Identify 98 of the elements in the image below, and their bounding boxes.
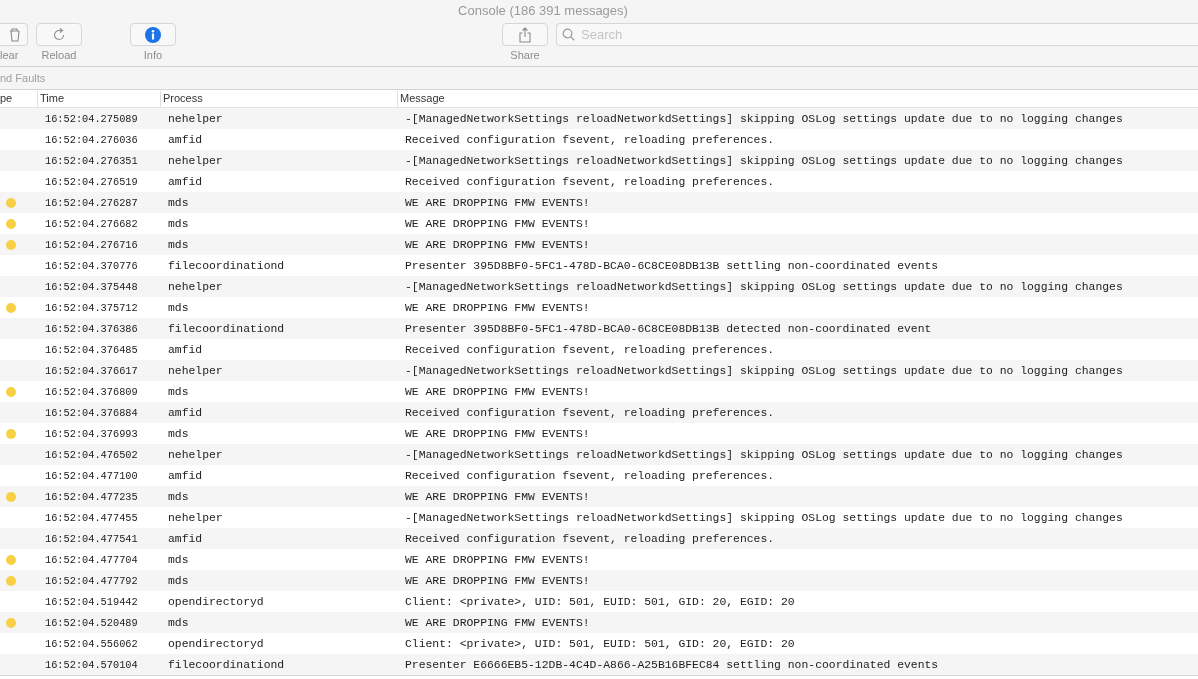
process-cell-text: nehelper	[167, 364, 224, 377]
message-cell-text: Client: <private>, UID: 501, EUID: 501, GID: 20, EGID: 20	[404, 595, 796, 608]
message-cell-text: WE ARE DROPPING FMW EVENTS!	[404, 301, 591, 314]
message-cell-text: -[ManagedNetworkSettings reloadNetworkdSettings] skipping OSLog settings update due to no logging changes	[404, 112, 1124, 125]
time-cell-text: 16:52:04.276036	[44, 133, 139, 146]
process-cell-text: mds	[167, 427, 190, 440]
message-cell-text: Client: <private>, UID: 501, EUID: 501, GID: 20, EGID: 20	[404, 637, 796, 650]
clear-button[interactable]	[0, 23, 28, 46]
message-cell-text: Received configuration fsevent, reloading preferences.	[404, 406, 776, 419]
time-cell-text: 16:52:04.376617	[44, 364, 139, 377]
time-cell-text: 16:52:04.376993	[44, 427, 139, 440]
time-cell-text: 16:52:04.276716	[44, 238, 139, 251]
share-button[interactable]	[502, 23, 548, 46]
info-button[interactable]	[130, 23, 176, 46]
time-cell-text: 16:52:04.477792	[44, 574, 139, 587]
message-cell-text: -[ManagedNetworkSettings reloadNetworkdSettings] skipping OSLog settings update due to no logging changes	[404, 448, 1124, 461]
process-cell-text: opendirectoryd	[167, 595, 265, 608]
message-cell-text: Received configuration fsevent, reloading preferences.	[404, 469, 776, 482]
process-cell-text: mds	[167, 616, 190, 629]
time-cell-text: 16:52:04.275089	[44, 112, 139, 125]
window-title: Console (186 391 messages)	[457, 3, 629, 18]
message-cell-text: -[ManagedNetworkSettings reloadNetworkdSettings] skipping OSLog settings update due to no logging changes	[404, 154, 1124, 167]
time-cell-text: 16:52:04.570104	[44, 658, 139, 671]
process-cell-text: mds	[167, 196, 190, 209]
process-cell-text: nehelper	[167, 280, 224, 293]
time-cell-text: 16:52:04.276287	[44, 196, 139, 209]
process-cell-text: amfid	[167, 532, 204, 545]
message-cell-text: Received configuration fsevent, reloading preferences.	[404, 133, 776, 146]
process-cell-text: mds	[167, 238, 190, 251]
reload-icon	[52, 27, 66, 42]
share-icon	[518, 26, 532, 43]
message-cell-text: Presenter 395D8BF0-5FC1-478D-BCA0-6C8CE08DB13B settling non-coordinated events	[404, 259, 940, 272]
process-cell-text: amfid	[167, 469, 204, 482]
message-cell-text: WE ARE DROPPING FMW EVENTS!	[404, 490, 591, 503]
process-cell-text: amfid	[167, 343, 204, 356]
time-cell-text: 16:52:04.370776	[44, 259, 139, 272]
clear-label: lear	[0, 49, 19, 61]
process-cell-text: filecoordinationd	[167, 658, 286, 671]
message-cell-text: WE ARE DROPPING FMW EVENTS!	[404, 196, 591, 209]
message-cell-text: WE ARE DROPPING FMW EVENTS!	[404, 427, 591, 440]
time-cell-text: 16:52:04.476502	[44, 448, 139, 461]
time-cell-text: 16:52:04.477704	[44, 553, 139, 566]
message-cell-text: Presenter 395D8BF0-5FC1-478D-BCA0-6C8CE08DB13B detected non-coordinated event	[404, 322, 933, 335]
process-cell-text: mds	[167, 574, 190, 587]
message-cell-text: WE ARE DROPPING FMW EVENTS!	[404, 238, 591, 251]
share-label: Share	[510, 49, 540, 61]
info-label: Info	[143, 49, 163, 61]
process-cell-text: filecoordinationd	[167, 259, 286, 272]
time-cell-text: 16:52:04.520489	[44, 616, 139, 629]
process-cell-text: amfid	[167, 175, 204, 188]
reload-button[interactable]	[36, 23, 82, 46]
time-cell-text: 16:52:04.375712	[44, 301, 139, 314]
process-cell-text: opendirectoryd	[167, 637, 265, 650]
column-header[interactable]: Time	[37, 91, 160, 107]
process-cell-text: nehelper	[167, 511, 224, 524]
time-cell-text: 16:52:04.276351	[44, 154, 139, 167]
time-cell-text: 16:52:04.477541	[44, 532, 139, 545]
reload-label: Reload	[41, 49, 77, 61]
process-cell-text: mds	[167, 490, 190, 503]
time-cell-text: 16:52:04.477235	[44, 490, 139, 503]
message-cell-text: -[ManagedNetworkSettings reloadNetworkdSettings] skipping OSLog settings update due to no logging changes	[404, 511, 1124, 524]
message-cell-text: Received configuration fsevent, reloading preferences.	[404, 343, 776, 356]
time-cell-text: 16:52:04.477455	[44, 511, 139, 524]
time-cell-text: 16:52:04.519442	[44, 595, 139, 608]
process-cell-text: amfid	[167, 133, 204, 146]
message-cell-text: -[ManagedNetworkSettings reloadNetworkdSettings] skipping OSLog settings update due to no logging changes	[404, 280, 1124, 293]
time-cell-text: 16:52:04.376386	[44, 322, 139, 335]
process-cell-text: nehelper	[167, 448, 224, 461]
time-cell-text: 16:52:04.375448	[44, 280, 139, 293]
column-header[interactable]: Message	[397, 91, 1198, 107]
process-cell-text: mds	[167, 301, 190, 314]
column-header[interactable]: Process	[160, 91, 397, 107]
message-cell-text: WE ARE DROPPING FMW EVENTS!	[404, 217, 591, 230]
time-cell-text: 16:52:04.276519	[44, 175, 139, 188]
search-icon	[562, 28, 575, 41]
time-cell-text: 16:52:04.477100	[44, 469, 139, 482]
time-cell-text: 16:52:04.376809	[44, 385, 139, 398]
process-cell-text: mds	[167, 385, 190, 398]
process-cell-text: amfid	[167, 406, 204, 419]
message-cell-text: Received configuration fsevent, reloading preferences.	[404, 175, 776, 188]
time-cell-text: 16:52:04.276682	[44, 217, 139, 230]
message-cell-text: -[ManagedNetworkSettings reloadNetworkdSettings] skipping OSLog settings update due to no logging changes	[404, 364, 1124, 377]
process-cell-text: nehelper	[167, 112, 224, 125]
message-cell-text: Received configuration fsevent, reloading preferences.	[404, 532, 776, 545]
time-cell-text: 16:52:04.376485	[44, 343, 139, 356]
message-cell-text: WE ARE DROPPING FMW EVENTS!	[404, 574, 591, 587]
process-cell-text: mds	[167, 217, 190, 230]
process-cell-text: nehelper	[167, 154, 224, 167]
time-cell-text: 16:52:04.376884	[44, 406, 139, 419]
message-cell-text: WE ARE DROPPING FMW EVENTS!	[404, 616, 591, 629]
info-icon	[145, 26, 161, 43]
message-cell-text: Presenter E6666EB5-12DB-4C4D-A866-A25B16BFEC84 settling non-coordinated events	[404, 658, 940, 671]
time-cell-text: 16:52:04.556062	[44, 637, 139, 650]
process-cell-text: mds	[167, 553, 190, 566]
message-cell-text: WE ARE DROPPING FMW EVENTS!	[404, 553, 591, 566]
column-header[interactable]: pe	[0, 91, 37, 107]
process-cell-text: filecoordinationd	[167, 322, 286, 335]
message-cell-text: WE ARE DROPPING FMW EVENTS!	[404, 385, 591, 398]
